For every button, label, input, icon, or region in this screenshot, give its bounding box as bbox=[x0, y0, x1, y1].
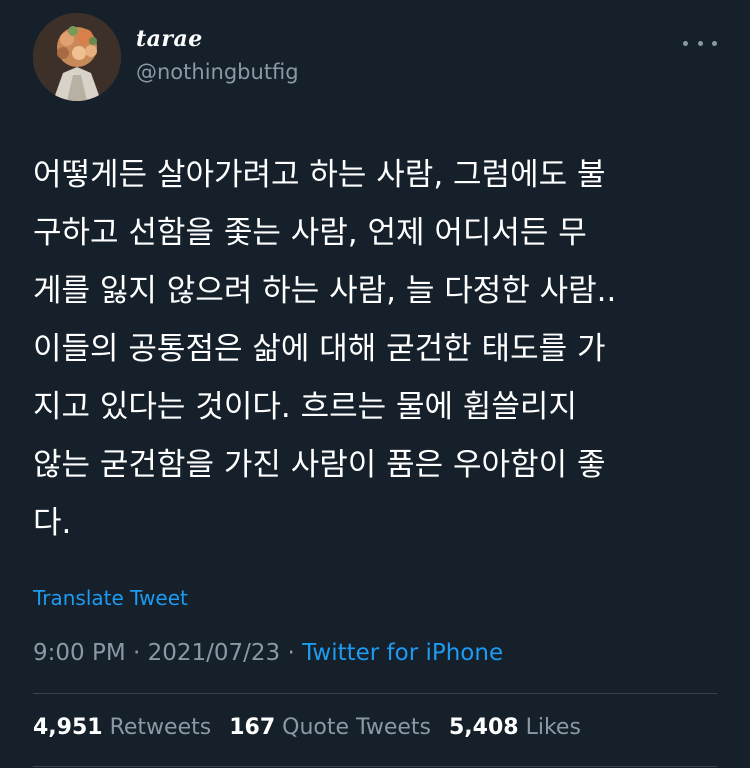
retweets-label: Retweets bbox=[109, 715, 212, 740]
tweet-text-line: 다. bbox=[33, 505, 72, 541]
likes-count: 5,408 bbox=[448, 715, 519, 740]
meta-separator: · bbox=[287, 640, 295, 666]
tweet-text-line: 구하고 선함을 좇는 사람, 언제 어디서든 무 bbox=[33, 215, 587, 251]
tweet-stats: 4,951 Retweets 167 Quote Tweets 5,408 Likes bbox=[33, 715, 581, 740]
dot bbox=[712, 40, 717, 46]
avatar-image bbox=[33, 13, 121, 101]
display-name[interactable]: tarae bbox=[136, 26, 203, 52]
quote-tweets-label: Quote Tweets bbox=[282, 715, 431, 740]
dot bbox=[697, 40, 703, 46]
user-handle[interactable]: @nothingbutfig bbox=[136, 60, 299, 84]
divider bbox=[33, 766, 717, 767]
likes-stat[interactable]: 5,408 Likes bbox=[449, 715, 581, 740]
tweet-meta: 9:00 PM · 2021/07/23 · Twitter for iPhon… bbox=[33, 640, 503, 666]
tweet-text-line: 지고 있다는 것이다. 흐르는 물에 휩쓸리지 bbox=[33, 389, 577, 425]
tweet-date[interactable]: 2021/07/23 bbox=[148, 640, 281, 666]
avatar[interactable] bbox=[33, 13, 121, 101]
retweets-stat[interactable]: 4,951 Retweets bbox=[33, 715, 211, 740]
dot bbox=[683, 40, 688, 46]
tweet-text: 어떻게든 살아가려고 하는 사람, 그럼에도 불 구하고 선함을 좇는 사람, … bbox=[33, 146, 723, 552]
tweet-source-link[interactable]: Twitter for iPhone bbox=[302, 640, 503, 666]
tweet-text-line: 않는 굳건함을 가진 사람이 품은 우아함이 좋 bbox=[33, 447, 606, 483]
quote-tweets-count: 167 bbox=[229, 715, 276, 740]
quote-tweets-stat[interactable]: 167 Quote Tweets bbox=[229, 715, 431, 740]
retweets-count: 4,951 bbox=[33, 715, 103, 740]
tweet-text-line: 게를 잃지 않으려 하는 사람, 늘 다정한 사람.. bbox=[33, 273, 617, 309]
translate-tweet-link[interactable]: Translate Tweet bbox=[33, 586, 188, 610]
likes-label: Likes bbox=[525, 715, 581, 740]
tweet-text-line: 어떻게든 살아가려고 하는 사람, 그럼에도 불 bbox=[33, 157, 606, 193]
tweet-time[interactable]: 9:00 PM bbox=[33, 640, 126, 666]
tweet-text-line: 이들의 공통점은 삶에 대해 굳건한 태도를 가 bbox=[33, 331, 606, 367]
meta-separator: · bbox=[133, 640, 141, 666]
tweet-detail: tarae @nothingbutfig 어떻게든 살아가려고 하는 사람, 그… bbox=[0, 0, 750, 768]
divider bbox=[33, 693, 717, 694]
more-horizontal-icon[interactable] bbox=[683, 33, 717, 53]
